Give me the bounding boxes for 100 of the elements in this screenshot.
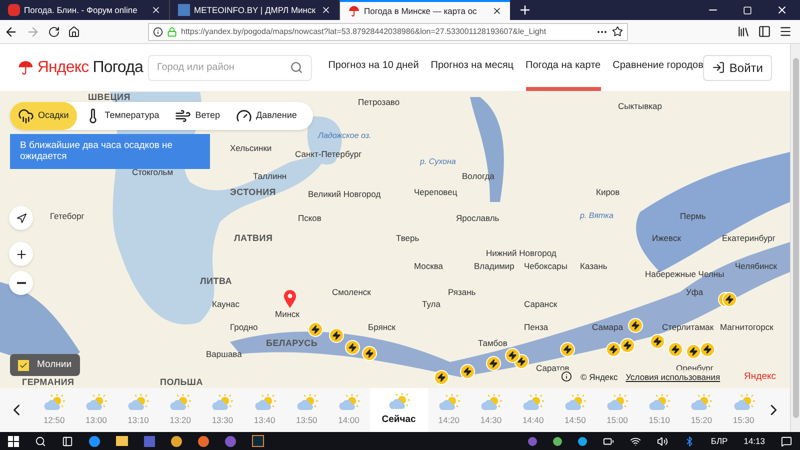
layer-tab[interactable]: Осадки xyxy=(10,102,77,130)
wind-icon xyxy=(175,108,192,124)
info-icon xyxy=(153,26,163,36)
map-label: Челябинск xyxy=(735,260,777,273)
close-icon[interactable] xyxy=(492,6,502,16)
back-icon[interactable] xyxy=(4,24,18,38)
time-slot[interactable]: Сейчас xyxy=(370,388,428,432)
restore-icon[interactable] xyxy=(743,6,752,15)
site-icon xyxy=(8,4,20,16)
map-label: р. Вятка xyxy=(580,210,614,222)
map-label: Саранск xyxy=(524,298,558,311)
reload-icon[interactable] xyxy=(48,26,60,38)
tab-title: METEOINFO.BY | ДМРЛ Минск xyxy=(194,4,316,16)
logo[interactable]: Яндекс Погода xyxy=(18,56,143,80)
partly-sunny-icon xyxy=(388,392,410,411)
app-icon[interactable] xyxy=(198,436,209,446)
partly-sunny-icon xyxy=(564,394,586,412)
tray-icon[interactable] xyxy=(528,436,537,446)
app-icon[interactable] xyxy=(171,436,182,446)
nav-link[interactable]: Прогноз на 10 дней xyxy=(328,44,419,91)
map-label: ШВЕЦИЯ xyxy=(88,92,130,104)
tray-icon[interactable] xyxy=(552,436,562,446)
app-icon[interactable] xyxy=(144,436,155,446)
map-label: Киров xyxy=(596,186,620,199)
search-placeholder: Город или район xyxy=(157,61,236,75)
new-tab-icon[interactable] xyxy=(518,3,532,17)
map-label: Таллинн xyxy=(253,170,287,183)
locate-icon xyxy=(16,212,26,224)
layer-tab[interactable]: Ветер xyxy=(167,102,228,130)
map-label: Ярославль xyxy=(456,212,500,225)
close-icon[interactable] xyxy=(151,5,161,15)
map-label: р. Сухона xyxy=(420,156,456,168)
lightning-icon xyxy=(700,342,715,357)
map-label: Уфа xyxy=(686,286,704,299)
language-indicator[interactable]: БЛР xyxy=(710,434,728,448)
map-label: Казань xyxy=(580,260,608,273)
nav-link[interactable]: Прогноз на месяц xyxy=(430,44,514,91)
partly-sunny-icon xyxy=(85,394,108,412)
scrollbar[interactable] xyxy=(790,44,800,432)
map-label: Тамбов xyxy=(478,337,508,350)
map-label: Брянск xyxy=(368,321,396,334)
close-icon[interactable] xyxy=(776,4,788,16)
map-label: БЕЛАРУСЬ xyxy=(266,337,318,350)
app-icon[interactable] xyxy=(89,436,100,446)
lock-icon xyxy=(167,26,177,36)
map-label: Стерлитамак xyxy=(662,321,714,334)
app-icon[interactable] xyxy=(252,435,264,447)
rain-cloud-icon xyxy=(18,108,34,124)
product-text: Погода xyxy=(92,58,143,78)
info-icon[interactable] xyxy=(561,371,572,382)
login-button[interactable]: Войти xyxy=(703,54,772,80)
alert-banner: В ближайшие два часа осадков не ожидается xyxy=(10,134,210,169)
locate-button[interactable] xyxy=(9,206,33,230)
partly-sunny-icon xyxy=(522,394,544,412)
map-label: Пенза xyxy=(524,321,548,334)
minus-icon xyxy=(16,282,26,284)
close-icon[interactable] xyxy=(321,5,331,15)
clock[interactable]: 14:13 xyxy=(744,434,765,448)
address-bar[interactable]: https://yandex.by/pogoda/maps/nowcast?lat=53.87928442038986&lon=27.533001128193607&le_Light xyxy=(148,22,628,40)
map-label: Минск xyxy=(275,308,300,321)
bluetooth-icon[interactable] xyxy=(684,436,695,446)
tray-icon[interactable] xyxy=(578,436,587,446)
lightning-icon xyxy=(722,292,737,307)
windows-logo-icon[interactable] xyxy=(8,436,19,446)
menu-icon[interactable] xyxy=(779,25,792,38)
task-view-icon[interactable] xyxy=(62,436,73,446)
home-icon[interactable] xyxy=(68,26,80,38)
site-icon xyxy=(178,4,190,16)
weather-map[interactable] xyxy=(0,92,790,388)
map-label: ЛАТВИЯ xyxy=(234,232,273,245)
browser-tab[interactable]: Погода в Минске — карта ос xyxy=(340,0,510,20)
map-label: Стокгольм xyxy=(132,166,174,179)
map-label: Сыктывкар xyxy=(618,100,662,113)
partly-sunny-icon xyxy=(211,394,234,412)
partly-sunny-icon xyxy=(169,394,192,412)
layer-tab[interactable]: Давление xyxy=(228,102,305,130)
sidebar-icon[interactable] xyxy=(758,25,771,38)
tab-title: Погода. Блин. - Форум online xyxy=(24,4,138,16)
speaker-icon[interactable] xyxy=(656,436,668,446)
app-icon[interactable] xyxy=(225,436,236,446)
wifi-icon[interactable] xyxy=(630,436,641,446)
lightning-icon xyxy=(606,342,621,357)
zoom-out-button[interactable] xyxy=(9,271,33,295)
map-label: Петрозаво xyxy=(358,96,400,109)
partly-sunny-icon xyxy=(296,394,318,412)
notifications-icon[interactable] xyxy=(781,436,792,446)
map-label: Смоленск xyxy=(332,286,371,299)
nav-link[interactable]: Сравнение городов xyxy=(612,44,704,91)
search-icon[interactable] xyxy=(35,436,46,446)
map-logo: Яндекс xyxy=(744,370,776,384)
map-label: Ладожское оз. xyxy=(318,130,372,142)
partly-sunny-icon xyxy=(480,394,502,412)
map-label: Саратов xyxy=(536,362,570,375)
map-label: Рязань xyxy=(448,286,476,299)
bookmark-star-icon[interactable] xyxy=(612,26,623,37)
zoom-in-button[interactable] xyxy=(9,242,33,266)
battery-icon[interactable] xyxy=(602,436,614,446)
layer-tab[interactable]: Температура xyxy=(76,102,168,130)
lightning-toggle[interactable]: Молнии xyxy=(10,354,80,376)
library-icon[interactable] xyxy=(737,25,750,38)
